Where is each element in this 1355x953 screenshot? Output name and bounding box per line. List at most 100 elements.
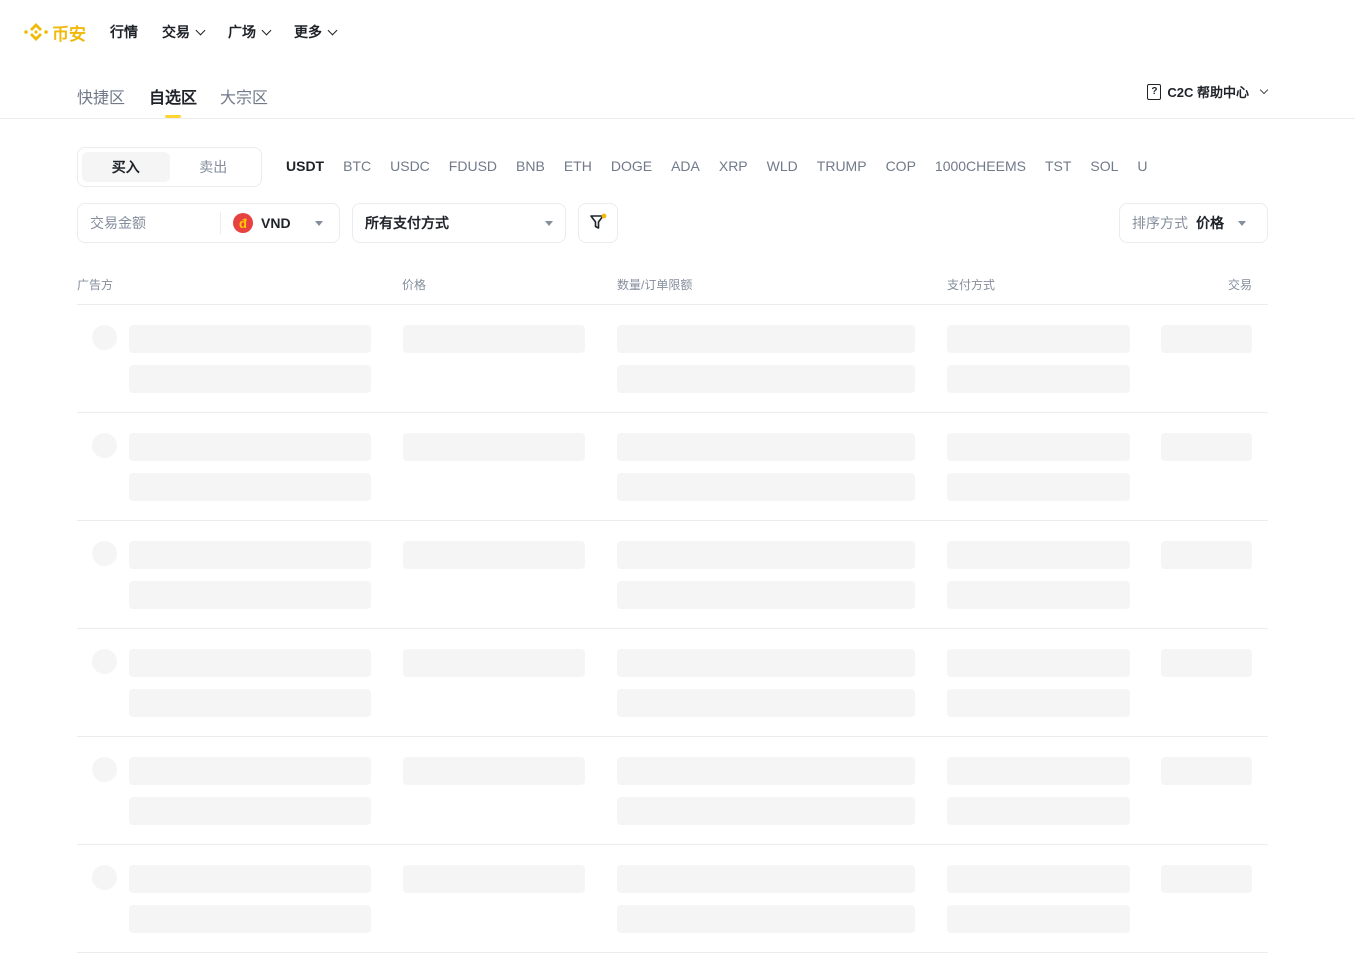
- binance-diamond-icon: [24, 21, 48, 43]
- divider: [220, 212, 221, 234]
- avatar-placeholder: [92, 433, 117, 458]
- nav-more-label: 更多: [294, 24, 322, 40]
- help-center-button[interactable]: ? C2C 帮助中心: [1147, 82, 1269, 101]
- table-row: [77, 413, 1268, 521]
- col-price: 价格: [402, 278, 427, 292]
- loading-skeleton: [617, 581, 915, 609]
- coin-tab[interactable]: XRP: [719, 158, 748, 174]
- buy-tab[interactable]: 买入: [82, 152, 170, 182]
- loading-skeleton: [617, 757, 915, 785]
- loading-skeleton: [947, 325, 1130, 353]
- table-row: [77, 845, 1268, 953]
- caret-down-icon: [314, 220, 323, 226]
- avatar-placeholder: [92, 541, 117, 566]
- loading-skeleton: [947, 865, 1130, 893]
- loading-skeleton: [129, 365, 371, 393]
- coin-selector: USDT BTC USDC FDUSD BNB ETH DOGE ADA XRP WLD TRUMP…: [286, 158, 1148, 174]
- brand-name: 币安: [52, 24, 86, 44]
- funnel-icon: [588, 212, 608, 235]
- loading-skeleton: [1161, 541, 1252, 569]
- coin-tab[interactable]: 1000CHEEMS: [935, 158, 1026, 174]
- caret-down-icon: [1238, 220, 1246, 226]
- loading-skeleton: [129, 865, 371, 893]
- loading-skeleton: [129, 325, 371, 353]
- loading-skeleton: [617, 797, 915, 825]
- tab-express[interactable]: 快捷区: [77, 84, 125, 108]
- loading-skeleton: [947, 649, 1130, 677]
- loading-skeleton: [617, 541, 915, 569]
- currency-code: VND: [261, 215, 291, 231]
- tab-p2p[interactable]: 自选区: [149, 84, 197, 108]
- loading-skeleton: [129, 581, 371, 609]
- sort-select[interactable]: 排序方式 价格: [1119, 203, 1268, 243]
- coin-tab[interactable]: DOGE: [611, 158, 652, 174]
- loading-skeleton: [129, 541, 371, 569]
- chevron-down-icon: [195, 25, 206, 35]
- currency-select[interactable]: đ VND: [233, 213, 323, 233]
- filter-button[interactable]: [578, 203, 618, 243]
- loading-skeleton: [1161, 757, 1252, 785]
- loading-skeleton: [947, 473, 1130, 501]
- loading-skeleton: [947, 797, 1130, 825]
- tab-block[interactable]: 大宗区: [220, 84, 268, 108]
- loading-skeleton: [129, 757, 371, 785]
- loading-skeleton: [129, 473, 371, 501]
- nav-square-label: 广场: [228, 24, 256, 40]
- chevron-down-icon: [1259, 85, 1269, 94]
- coin-tab[interactable]: USDT: [286, 158, 324, 174]
- payment-method-value: 所有支付方式: [365, 215, 449, 231]
- coin-tab[interactable]: TST: [1045, 158, 1071, 174]
- col-payment: 支付方式: [947, 278, 996, 292]
- col-amount-limit: 数量/订单限额: [617, 278, 693, 292]
- avatar-placeholder: [92, 757, 117, 782]
- coin-tab[interactable]: SOL: [1090, 158, 1118, 174]
- chevron-down-icon: [327, 25, 338, 35]
- amount-filter: đ VND: [77, 203, 340, 243]
- loading-skeleton: [947, 581, 1130, 609]
- loading-skeleton: [617, 649, 915, 677]
- coin-tab[interactable]: TRUMP: [817, 158, 867, 174]
- loading-skeleton: [617, 905, 915, 933]
- loading-skeleton: [129, 905, 371, 933]
- active-tab-indicator: [165, 115, 181, 118]
- help-center-label: C2C 帮助中心: [1167, 85, 1249, 100]
- loading-skeleton: [403, 541, 585, 569]
- loading-skeleton: [129, 649, 371, 677]
- coin-tab[interactable]: WLD: [767, 158, 798, 174]
- sub-navigation: 快捷区 自选区 大宗区 ? C2C 帮助中心: [0, 64, 1355, 119]
- brand-logo[interactable]: 币安: [24, 20, 86, 45]
- coin-tab[interactable]: BNB: [516, 158, 545, 174]
- coin-tab[interactable]: FDUSD: [449, 158, 497, 174]
- table-row: [77, 629, 1268, 737]
- sort-value: 价格: [1196, 215, 1224, 231]
- loading-skeleton: [617, 473, 915, 501]
- chevron-down-icon: [261, 25, 272, 35]
- coin-tab[interactable]: ETH: [564, 158, 592, 174]
- coin-tab[interactable]: COP: [886, 158, 916, 174]
- loading-skeleton: [403, 433, 585, 461]
- sell-tab[interactable]: 卖出: [170, 152, 258, 182]
- coin-tab[interactable]: ADA: [671, 158, 700, 174]
- coin-tab[interactable]: U: [1137, 158, 1147, 174]
- loading-skeleton: [1161, 865, 1252, 893]
- nav-market-label: 行情: [110, 24, 138, 40]
- nav-trade[interactable]: 交易: [162, 22, 206, 42]
- coin-tab[interactable]: USDC: [390, 158, 430, 174]
- table-row: [77, 737, 1268, 845]
- caret-down-icon: [545, 220, 553, 226]
- loading-skeleton: [617, 689, 915, 717]
- loading-skeleton: [947, 433, 1130, 461]
- table-header: 广告方 价格 数量/订单限额 支付方式 交易: [77, 276, 1268, 305]
- nav-market[interactable]: 行情: [110, 22, 138, 42]
- buy-sell-toggle: 买入 卖出: [77, 147, 262, 187]
- amount-input[interactable]: [90, 215, 220, 231]
- table-row: [77, 521, 1268, 629]
- table-row: [77, 305, 1268, 413]
- nav-more[interactable]: 更多: [294, 22, 338, 42]
- payment-method-select[interactable]: 所有支付方式: [352, 203, 566, 243]
- coin-tab[interactable]: BTC: [343, 158, 371, 174]
- loading-skeleton: [947, 757, 1130, 785]
- loading-skeleton: [617, 865, 915, 893]
- nav-square[interactable]: 广场: [228, 22, 272, 42]
- avatar-placeholder: [92, 865, 117, 890]
